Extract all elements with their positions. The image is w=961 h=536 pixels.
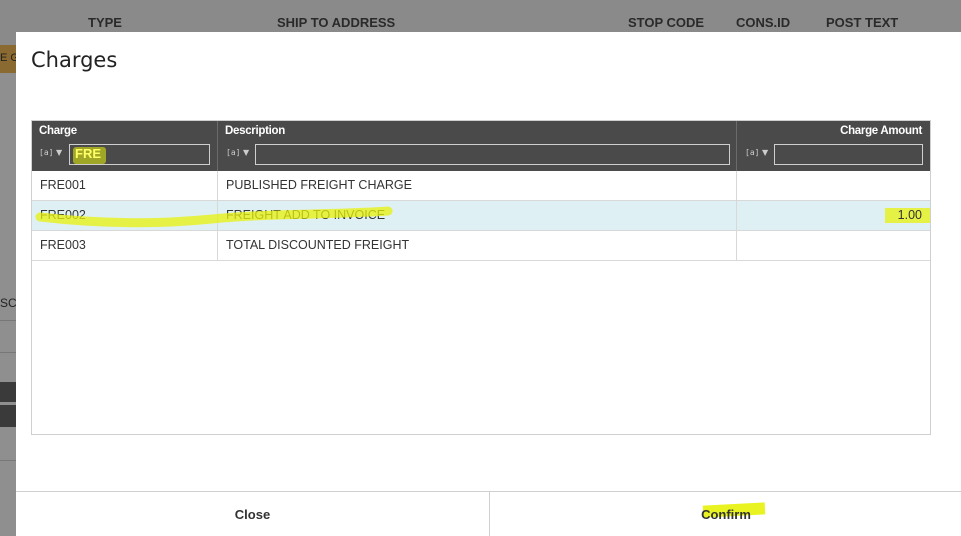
- chevron-down-icon[interactable]: ▼: [762, 148, 768, 157]
- description-filter-input[interactable]: [255, 144, 730, 165]
- dialog-footer: Close Confirm: [16, 491, 961, 536]
- charges-grid: Charge [a] ▼ FRE Description [a] ▼ Charg…: [31, 120, 931, 435]
- filter-type-icon[interactable]: [a]: [745, 148, 759, 157]
- charge-filter-value: FRE: [75, 146, 101, 161]
- column-title[interactable]: Description: [225, 125, 285, 137]
- column-charge-amount: Charge Amount [a] ▼: [737, 121, 930, 171]
- bg-divider: [0, 460, 16, 461]
- charge-cell: FRE002: [32, 201, 218, 231]
- amount-cell-wrap: 1.00: [737, 201, 930, 231]
- description-cell: FREIGHT ADD TO INVOICE: [218, 201, 737, 231]
- description-cell: TOTAL DISCOUNTED FREIGHT: [218, 231, 737, 261]
- column-charge: Charge [a] ▼ FRE: [32, 121, 218, 171]
- close-button[interactable]: Close: [16, 492, 490, 536]
- bg-col-ship-to: SHIP TO ADDRESS: [277, 15, 396, 30]
- amount-cell: [737, 231, 930, 261]
- column-title[interactable]: Charge Amount: [840, 125, 922, 137]
- dialog-title: Charges: [31, 48, 118, 72]
- bg-divider: [0, 320, 16, 321]
- filter-type-icon[interactable]: [a]: [226, 148, 240, 157]
- charges-dialog: Charges Charge [a] ▼ FRE Description [a]…: [16, 32, 961, 536]
- chevron-down-icon[interactable]: ▼: [56, 148, 62, 157]
- bg-col-stop-code: STOP CODE: [628, 15, 705, 30]
- table-row[interactable]: FRE003 TOTAL DISCOUNTED FREIGHT: [32, 231, 930, 261]
- bg-dark-row: [0, 382, 16, 402]
- bg-tab: E G: [0, 45, 16, 73]
- charge-cell: FRE003: [32, 231, 218, 261]
- description-cell: PUBLISHED FREIGHT CHARGE: [218, 171, 737, 201]
- grid-header: Charge [a] ▼ FRE Description [a] ▼ Charg…: [32, 121, 930, 171]
- amount-cell: [737, 171, 930, 201]
- amount-cell: 1.00: [897, 208, 922, 222]
- table-row[interactable]: FRE001 PUBLISHED FREIGHT CHARGE: [32, 171, 930, 201]
- table-row-selected[interactable]: FRE002 FREIGHT ADD TO INVOICE 1.00: [32, 201, 930, 231]
- amount-filter-input[interactable]: [774, 144, 923, 165]
- charge-filter-input[interactable]: FRE: [69, 144, 210, 165]
- filter-type-icon[interactable]: [a]: [39, 148, 53, 157]
- chevron-down-icon[interactable]: ▼: [243, 148, 249, 157]
- bg-col-post-text: POST TEXT: [826, 15, 899, 30]
- confirm-button[interactable]: Confirm: [491, 492, 961, 536]
- confirm-label: Confirm: [701, 507, 751, 522]
- bg-divider: [0, 352, 16, 353]
- bg-side-label: SCR: [0, 296, 16, 310]
- bg-col-cons-id: CONS.ID: [736, 15, 791, 30]
- column-description: Description [a] ▼: [218, 121, 737, 171]
- column-title[interactable]: Charge: [39, 125, 77, 137]
- bg-col-type: TYPE: [88, 15, 122, 30]
- bg-dark-row: [0, 405, 16, 427]
- charge-cell: FRE001: [32, 171, 218, 201]
